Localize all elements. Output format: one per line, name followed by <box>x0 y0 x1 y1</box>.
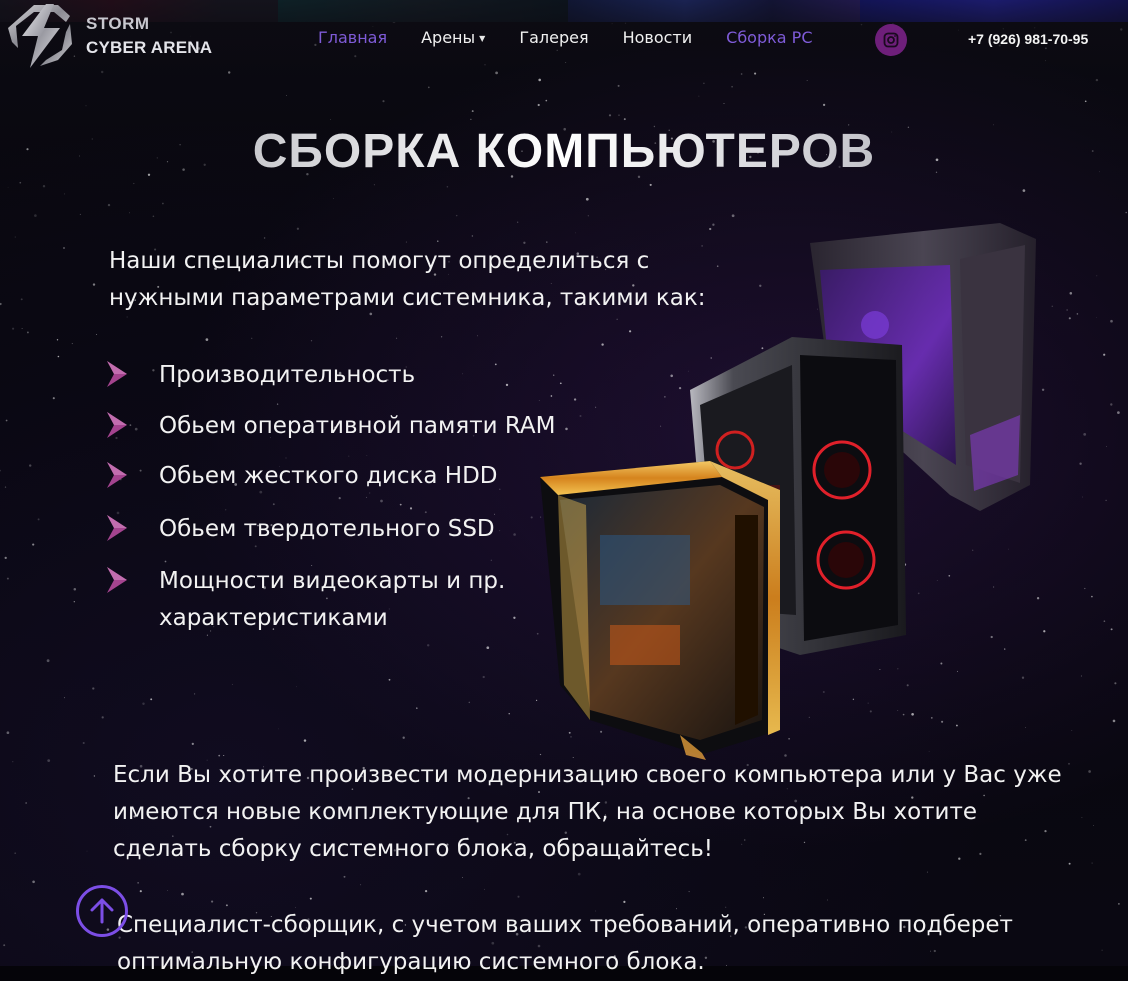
list-item: Мощности видеокарты и пр. характеристика… <box>105 563 579 637</box>
feature-label: Обьем твердотельного SSD <box>159 516 495 542</box>
instagram-icon <box>883 32 899 48</box>
upgrade-paragraph: Если Вы хотите произвести модернизацию с… <box>113 762 1062 862</box>
chevron-right-icon <box>107 361 127 387</box>
logo[interactable]: STORM CYBER ARENA <box>4 2 214 70</box>
instagram-button[interactable] <box>875 24 907 56</box>
list-item: Производительность <box>105 357 679 394</box>
page-title: СБОРКА КОМПЬЮТЕРОВ <box>0 124 1128 179</box>
logo-line-2: CYBER ARENA <box>86 38 213 57</box>
chevron-right-icon <box>107 412 127 438</box>
feature-label: Обьем оперативной памяти RAM <box>159 413 556 439</box>
phone-link[interactable]: +7 (926) 981-70-95 <box>968 31 1088 47</box>
logo-text: STORM CYBER ARENA <box>86 12 212 60</box>
intro-text: Наши специалисты помогут определиться с … <box>109 248 706 311</box>
logo-line-1: STORM <box>86 14 150 33</box>
list-item: Обьем жесткого диска HDD <box>105 458 679 495</box>
feature-label: Обьем жесткого диска HDD <box>159 463 498 489</box>
caret-down-icon: ▼ <box>479 34 486 43</box>
nav-item-home[interactable]: Главная <box>318 28 387 47</box>
site-header: STORM CYBER ARENA Главная Арены ▼ Галерея… <box>0 0 1128 80</box>
chevron-right-icon <box>107 567 127 593</box>
lightning-logo-icon <box>8 4 72 68</box>
scroll-to-top-button[interactable] <box>76 885 128 937</box>
feature-label: Производительность <box>159 362 416 388</box>
nav-item-pc-build[interactable]: Сборка PC <box>726 28 812 47</box>
chevron-right-icon <box>107 462 127 488</box>
arrow-up-icon <box>90 898 114 924</box>
list-item: Обьем твердотельного SSD <box>105 511 679 548</box>
main-nav: Главная Арены ▼ Галерея Новости Сборка PC <box>318 28 847 47</box>
chevron-right-icon <box>107 515 127 541</box>
nav-item-arenas[interactable]: Арены ▼ <box>421 28 485 47</box>
nav-item-gallery[interactable]: Галерея <box>519 28 588 47</box>
nav-item-arenas-label: Арены <box>421 28 476 47</box>
feature-label: Мощности видеокарты и пр. характеристика… <box>159 568 506 631</box>
nav-item-news[interactable]: Новости <box>623 28 693 47</box>
list-item: Обьем оперативной памяти RAM <box>105 408 679 445</box>
specialist-paragraph: Специалист-сборщик, с учетом ваших требо… <box>117 912 1013 975</box>
